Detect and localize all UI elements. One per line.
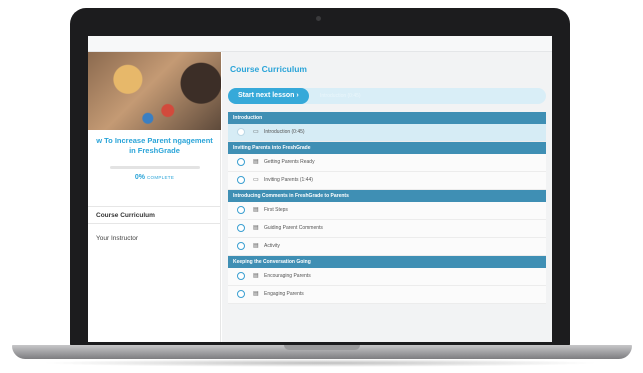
lesson-label: Guiding Parent Comments: [264, 225, 323, 231]
document-icon: ▤: [253, 225, 259, 231]
laptop-lid: w To Increase Parent ngagement in FreshG…: [70, 8, 570, 348]
lesson-status-radio: [237, 272, 245, 280]
laptop-notch: [284, 345, 360, 350]
lesson-item[interactable]: ▤ Activity: [228, 238, 546, 256]
laptop-base: [12, 345, 632, 359]
nav-your-instructor[interactable]: Your Instructor: [88, 230, 221, 248]
lesson-label: First Steps: [264, 207, 288, 213]
section-header: Introducing Comments in FreshGrade to Pa…: [228, 190, 546, 202]
page-title: Course Curriculum: [230, 64, 307, 74]
lesson-status-radio: [237, 290, 245, 298]
laptop-shadow: [40, 359, 600, 367]
webcam: [316, 16, 321, 21]
progress-percent: 0%: [134, 174, 145, 181]
lesson-item[interactable]: ▤ First Steps: [228, 202, 546, 220]
nav-course-curriculum[interactable]: Course Curriculum: [88, 206, 221, 224]
next-lesson-bar: Start next lesson › Introduction (0:45): [228, 88, 546, 104]
lesson-status-radio: [237, 158, 245, 166]
document-icon: ▤: [253, 273, 259, 279]
video-icon: ▭: [253, 177, 259, 183]
section-header: Keeping the Conversation Going: [228, 256, 546, 268]
document-icon: ▤: [253, 243, 259, 249]
lesson-label: Introduction (0:45): [264, 129, 305, 135]
lesson-label: Activity: [264, 243, 280, 249]
progress-status: 0% COMPLETE: [88, 174, 221, 181]
section-header: Introduction: [228, 112, 546, 124]
main-content: Course Curriculum Start next lesson › In…: [222, 52, 552, 342]
lesson-label: Getting Parents Ready: [264, 159, 315, 165]
lesson-label: Encouraging Parents: [264, 273, 311, 279]
lesson-status-radio: [237, 206, 245, 214]
complete-label: COMPLETE: [146, 175, 175, 180]
lesson-status-radio: [237, 176, 245, 184]
curriculum-list: Introduction ▭ Introduction (0:45) Inviting…: [228, 112, 546, 304]
document-icon: ▤: [253, 207, 259, 213]
document-icon: ▤: [253, 159, 259, 165]
course-sidebar: w To Increase Parent ngagement in FreshG…: [88, 52, 221, 342]
lesson-item[interactable]: ▤ Guiding Parent Comments: [228, 220, 546, 238]
lesson-item[interactable]: ▭ Inviting Parents (1:44): [228, 172, 546, 190]
lesson-label: Engaging Parents: [264, 291, 304, 297]
lesson-status-radio: [237, 242, 245, 250]
lesson-item[interactable]: ▤ Getting Parents Ready: [228, 154, 546, 172]
lesson-status-radio: [237, 224, 245, 232]
lesson-item[interactable]: ▭ Introduction (0:45): [228, 124, 546, 142]
lesson-item[interactable]: ▤ Engaging Parents: [228, 286, 546, 304]
video-icon: ▭: [253, 129, 259, 135]
course-hero-image: [88, 52, 221, 130]
progress-bar: [110, 166, 200, 169]
document-icon: ▤: [253, 291, 259, 297]
browser-topbar: [88, 36, 552, 52]
next-lesson-name: Introduction (0:45): [320, 93, 361, 99]
start-next-lesson-button[interactable]: Start next lesson ›: [228, 88, 309, 104]
lesson-item[interactable]: ▤ Encouraging Parents: [228, 268, 546, 286]
laptop-screen: w To Increase Parent ngagement in FreshG…: [88, 36, 552, 342]
section-header: Inviting Parents into FreshGrade: [228, 142, 546, 154]
lesson-label: Inviting Parents (1:44): [264, 177, 313, 183]
course-title: w To Increase Parent ngagement in FreshG…: [96, 136, 213, 155]
lesson-status-radio: [237, 128, 245, 136]
